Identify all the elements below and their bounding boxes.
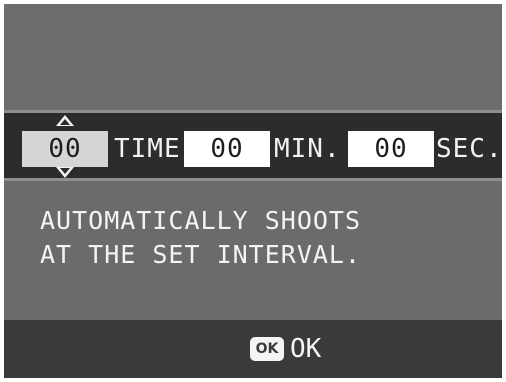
ok-button-icon: OK xyxy=(250,337,284,361)
footer-bar: OK OK xyxy=(4,320,502,378)
camera-lcd-screen: 00 TIME 00 MIN. 00 SEC. AUTOMATICALLY SH… xyxy=(4,4,502,378)
minutes-field[interactable]: 00 xyxy=(184,131,270,167)
help-message-line-2: AT THE SET INTERVAL. xyxy=(40,240,362,269)
seconds-field[interactable]: 00 xyxy=(348,131,434,167)
hours-field[interactable]: 00 xyxy=(22,131,108,167)
ok-button[interactable]: OK OK xyxy=(250,332,321,366)
hours-unit-label: TIME xyxy=(114,134,181,164)
ok-label: OK xyxy=(290,334,322,364)
decrease-arrow-icon[interactable] xyxy=(56,167,74,178)
increase-arrow-icon[interactable] xyxy=(56,115,74,126)
preview-area xyxy=(4,4,502,110)
seconds-unit-label: SEC. xyxy=(436,134,502,164)
interval-setting-row: 00 TIME 00 MIN. 00 SEC. xyxy=(4,113,502,178)
help-message-line-1: AUTOMATICALLY SHOOTS xyxy=(40,206,362,235)
minutes-unit-label: MIN. xyxy=(274,134,341,164)
divider-line xyxy=(4,178,502,181)
help-message: AUTOMATICALLY SHOOTS AT THE SET INTERVAL… xyxy=(40,204,480,272)
